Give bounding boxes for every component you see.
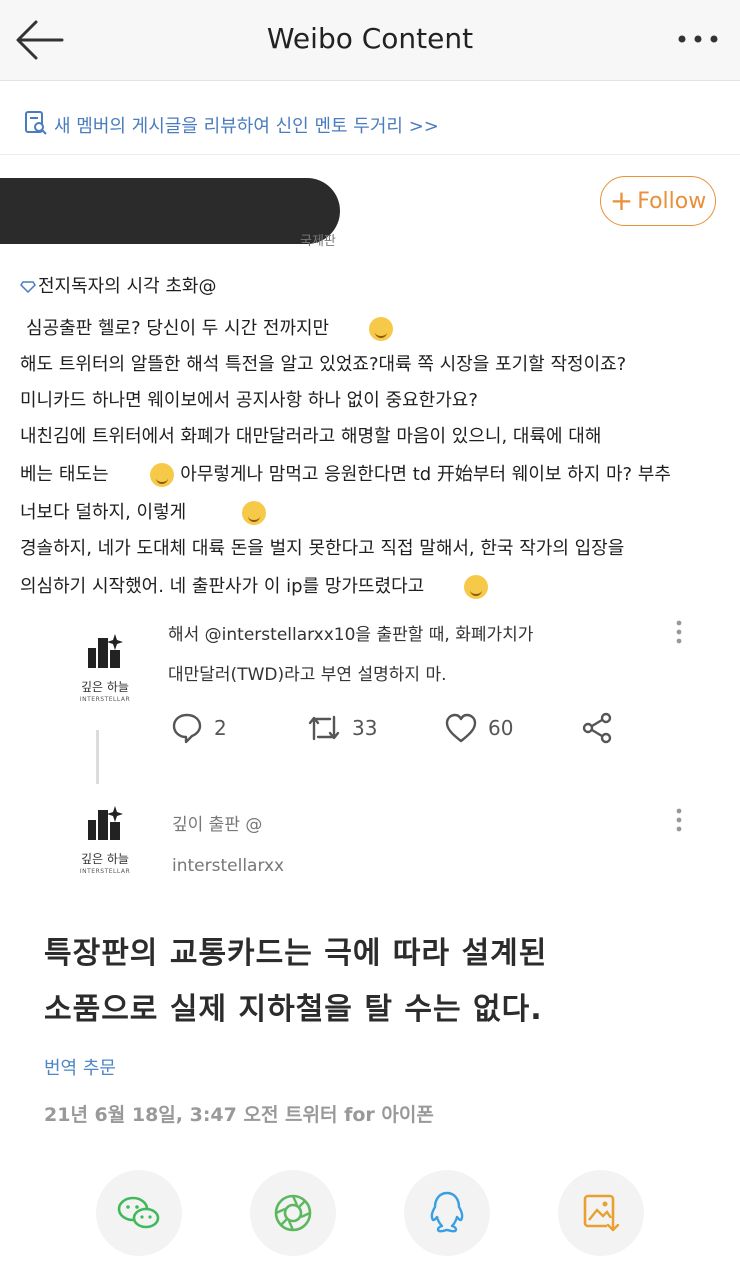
tweet-text: 해서 @interstellarxx10을 출판할 때, 화폐가치가 (168, 625, 534, 645)
page-title: Weibo Content (266, 22, 474, 55)
top-bar: Weibo Content (0, 0, 740, 81)
review-document-icon (25, 111, 47, 135)
like-action[interactable]: 60 (444, 708, 513, 748)
emoji-icon (150, 463, 175, 487)
thread-connector (96, 730, 99, 784)
qq-icon (430, 1191, 464, 1233)
post-line: 심공출판 헬로? 당신이 두 시간 전까지만 (26, 314, 399, 341)
post-line: 경솔하지, 네가 도대체 대륙 돈을 벌지 못한다고 직접 말해서, 한국 작가… (20, 538, 625, 559)
share-bar (0, 1170, 740, 1270)
post-line: 의심하기 시작했어. 네 출판사가 이 ip를 망가뜨렸다고 (20, 572, 494, 599)
publisher-logo-mark (88, 634, 123, 668)
quote-text: 특장판의 교통카드는 극에 따라 설계된 (44, 936, 548, 971)
post-line: 베는 태도는 아무렇게나 맘먹고 응원한다면 td 开始부터 웨이보 하지 마?… (20, 463, 671, 487)
post-line: 전지독자의 시각 초화@ (20, 272, 216, 298)
publisher-logo-mark (88, 806, 123, 840)
reply-icon (172, 713, 202, 744)
share-icon (582, 712, 612, 744)
tweet-actions: 2 33 60 (170, 708, 640, 748)
reply-action[interactable]: 2 (170, 708, 227, 748)
review-banner-text: 새 멤버의 게시글을 리뷰하여 신인 멘토 두거리 >> (54, 116, 439, 137)
wechat-icon (117, 1196, 160, 1229)
publisher-logo[interactable]: 깊은 하늘 INTERSTELLAR (70, 804, 140, 884)
more-options-icon[interactable] (674, 24, 722, 54)
share-qq-button[interactable] (404, 1170, 490, 1256)
review-banner[interactable]: 새 멤버의 게시글을 리뷰하여 신인 멘토 두거리 >> (0, 92, 740, 155)
tweet-menu-icon[interactable] (676, 620, 682, 644)
post-line: 내친김에 트위터에서 화폐가 대만달러라고 해명할 마음이 있으니, 대륙에 대… (20, 426, 602, 447)
publisher-logo[interactable]: 깊은 하늘 INTERSTELLAR (70, 632, 140, 712)
quote-text: 소품으로 실제 지하철을 탈 수는 없다. (44, 992, 543, 1027)
tweet-menu-icon[interactable] (676, 808, 682, 832)
retweet-icon (308, 715, 340, 741)
emoji-icon (463, 575, 488, 599)
tweet-text: 대만달러(TWD)라고 부연 설명하지 마. (168, 665, 447, 685)
moments-icon (274, 1194, 312, 1232)
share-moments-button[interactable] (250, 1170, 336, 1256)
tweet-author-handle[interactable]: interstellarxx (172, 856, 284, 876)
emoji-icon (368, 317, 393, 341)
follow-button[interactable]: + Follow (600, 176, 716, 226)
post-line: 해도 트위터의 알뜰한 해석 특전을 알고 있었죠?대륙 쪽 시장을 포기할 작… (20, 354, 627, 375)
author-sub-label: 국제판 (300, 234, 336, 249)
share-action[interactable] (580, 708, 614, 748)
share-wechat-button[interactable] (96, 1170, 182, 1256)
post-line: 너보다 덜하지, 이렇게 (20, 498, 272, 525)
redacted-author (0, 178, 340, 244)
translate-link[interactable]: 번역 추문 (44, 1054, 116, 1080)
save-image-button[interactable] (558, 1170, 644, 1256)
save-image-icon (583, 1194, 620, 1232)
plus-icon: + (609, 184, 634, 217)
retweet-action[interactable]: 33 (306, 708, 377, 748)
tweet-timestamp: 21년 6월 18일, 3:47 오전 트위터 for 아이폰 (44, 1104, 434, 1126)
tweet-author-name: 깊이 출판 @ (172, 815, 263, 835)
heart-icon (445, 713, 477, 743)
emoji-icon (241, 501, 266, 525)
follow-label: Follow (637, 188, 707, 214)
diamond-icon (20, 281, 36, 293)
post-line: 미니카드 하나면 웨이보에서 공지사항 하나 없이 중요한가요? (20, 390, 478, 411)
